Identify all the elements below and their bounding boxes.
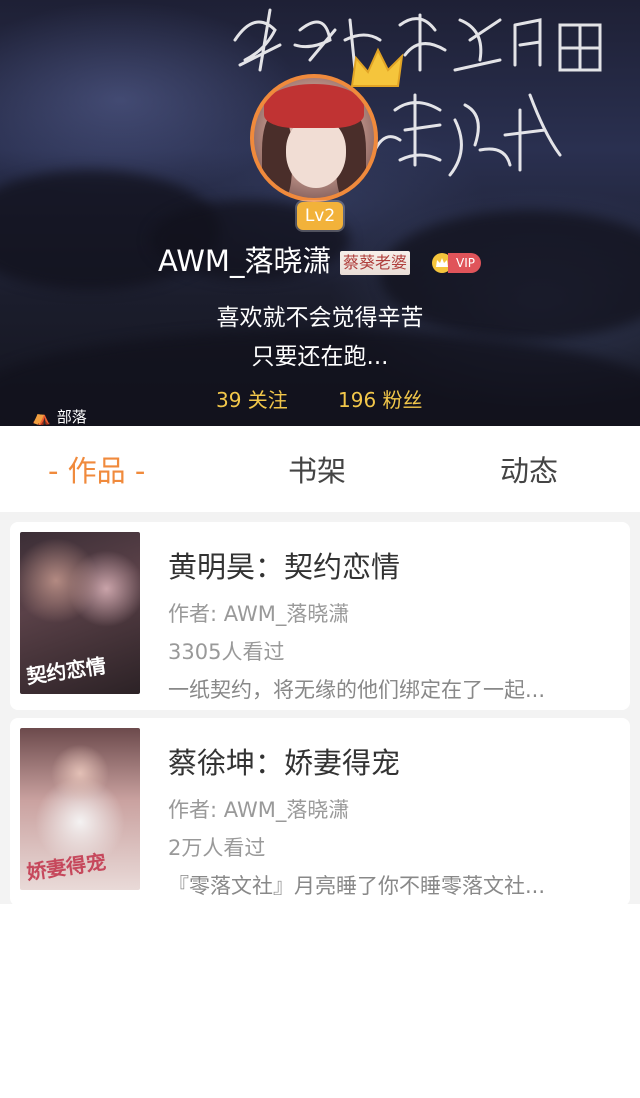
profile-tabs: - 作品 - 书架 动态	[0, 426, 640, 516]
tribe-link[interactable]: ⛺ 部落	[32, 406, 87, 426]
profile-header: Lv2 AWM_落晓潇 蔡葵老婆 VIP 喜欢就不会觉得辛苦 只要还在跑... …	[0, 0, 640, 426]
book-author: 作者: AWM_落晓潇	[168, 798, 350, 822]
book-title[interactable]: 蔡徐坤：娇妻得宠	[168, 740, 400, 782]
tab-works[interactable]: - 作品 -	[48, 426, 145, 516]
bio-line: 喜欢就不会觉得辛苦	[216, 305, 424, 331]
cover-title: 契约恋情	[24, 653, 108, 689]
book-title[interactable]: 黄明昊：契约恋情	[168, 544, 400, 586]
book-card[interactable]: 娇妻得宠 蔡徐坤：娇妻得宠 作者: AWM_落晓潇 2万人看过 『零落文社』月亮…	[10, 718, 630, 906]
tribe-icon: ⛺	[32, 408, 51, 426]
avatar-face	[286, 118, 346, 188]
book-cover[interactable]: 娇妻得宠	[20, 728, 140, 890]
book-views: 2万人看过	[168, 836, 266, 860]
username-row: AWM_落晓潇 蔡葵老婆 VIP	[0, 240, 640, 284]
tab-activity[interactable]: 动态	[500, 426, 558, 516]
title-tag: 蔡葵老婆	[340, 251, 411, 275]
user-avatar[interactable]	[250, 74, 378, 202]
bio-line: 只要还在跑...	[251, 344, 389, 370]
username: AWM_落晓潇	[158, 244, 332, 278]
stats-row: 39 关注 196 粉丝	[0, 384, 640, 416]
level-badge: Lv2	[297, 202, 343, 230]
tab-bookshelf[interactable]: 书架	[288, 426, 346, 516]
book-views: 3305人看过	[168, 640, 285, 664]
vip-badge: VIP	[448, 253, 481, 273]
works-list: 契约恋情 黄明昊：契约恋情 作者: AWM_落晓潇 3305人看过 一纸契约，将…	[0, 520, 640, 906]
book-description: 一纸契约，将无缘的他们绑定在了一起...	[168, 678, 546, 702]
tribe-label: 部落	[56, 408, 87, 426]
cover-title: 娇妻得宠	[24, 849, 108, 885]
fans-count[interactable]: 196 粉丝	[338, 384, 423, 416]
crown-icon	[350, 47, 404, 87]
book-description: 『零落文社』月亮睡了你不睡零落文社...	[168, 874, 546, 898]
divider	[0, 512, 640, 520]
following-count[interactable]: 39 关注	[216, 384, 288, 416]
book-card[interactable]: 契约恋情 黄明昊：契约恋情 作者: AWM_落晓潇 3305人看过 一纸契约，将…	[10, 522, 630, 710]
book-cover[interactable]: 契约恋情	[20, 532, 140, 694]
book-author: 作者: AWM_落晓潇	[168, 602, 350, 626]
